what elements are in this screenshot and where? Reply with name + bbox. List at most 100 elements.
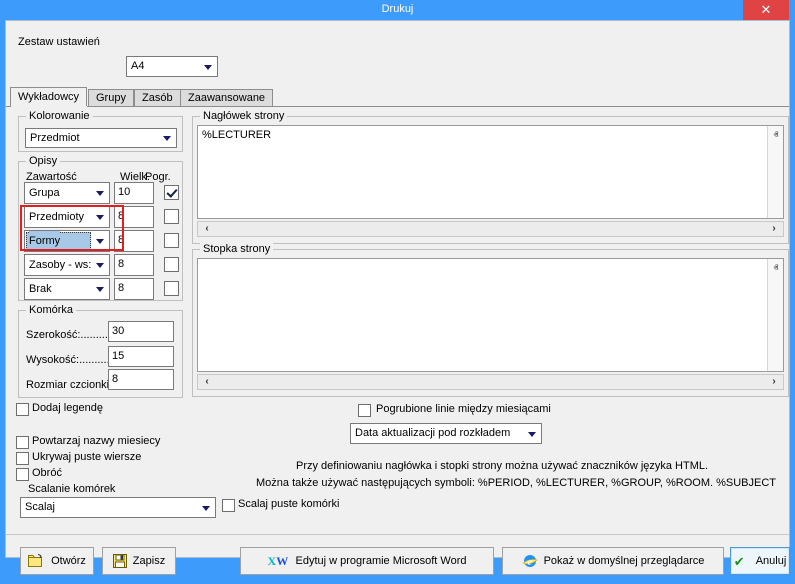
settings-bar	[6, 21, 789, 65]
stopka-textarea[interactable]: ⱏ ⱟ	[197, 258, 784, 372]
dodaj-legende-label: Dodaj legendę	[32, 402, 103, 414]
internet-explorer-icon: e	[522, 553, 538, 569]
naglowek-vertical-scrollbar[interactable]: ⱏ ⱟ	[767, 126, 783, 218]
kolorowanie-dropdown[interactable]: Przedmiot	[25, 128, 177, 148]
stopka-vertical-scrollbar[interactable]: ⱏ ⱟ	[767, 259, 783, 371]
chevron-down-icon	[96, 191, 104, 196]
opisy-content-dropdown-0[interactable]: Grupa	[24, 182, 110, 204]
opisy-size-input-3[interactable]: 8	[114, 254, 154, 276]
naglowek-group: Nagłówek strony %LECTURER ⱏ ⱟ ‹ ›	[192, 116, 789, 244]
opisy-content-value-0: Grupa	[29, 183, 60, 203]
opisy-bold-checkbox-0[interactable]	[164, 185, 179, 200]
opisy-content-dropdown-2[interactable]: Formy	[24, 230, 110, 252]
scalaj-puste-komorki-label: Scalaj puste komórki	[238, 498, 340, 510]
chevron-down-icon	[96, 215, 104, 220]
komorka-width-input[interactable]: 30	[108, 321, 174, 342]
komorka-height-input[interactable]: 15	[108, 346, 174, 367]
edit-in-word-label: Edytuj w programie Microsoft Word	[296, 555, 467, 567]
settings-preset-dropdown[interactable]: A4	[126, 56, 218, 77]
chevron-down-icon	[96, 239, 104, 244]
tab-strip: Wykładowcy Grupy Zasób Zaawansowane	[6, 87, 789, 107]
opisy-bold-checkbox-4[interactable]	[164, 281, 179, 296]
zapisz-label: Zapisz	[133, 555, 165, 567]
chevron-down-icon	[204, 65, 212, 70]
green-check-icon: ✔	[734, 555, 750, 568]
opisy-content-dropdown-1[interactable]: Przedmioty	[24, 206, 110, 228]
cancel-button[interactable]: ✔ Anuluj	[730, 547, 790, 575]
otworz-label: Otwórz	[51, 555, 86, 567]
opisy-size-input-2[interactable]: 8	[114, 230, 154, 252]
scroll-right-icon[interactable]: ›	[766, 222, 782, 236]
chevron-down-icon	[96, 287, 104, 292]
komorka-label: Komórka	[26, 304, 76, 316]
tab-zaawansowane[interactable]: Zaawansowane	[180, 89, 273, 107]
scalanie-komorek-label: Scalanie komórek	[28, 483, 115, 495]
save-floppy-icon	[113, 554, 127, 568]
naglowek-text: %LECTURER	[202, 129, 271, 141]
opisy-size-input-1[interactable]: 8	[114, 206, 154, 228]
settings-preset-label: Zestaw ustawień	[18, 36, 100, 48]
word-w-glyph: W	[276, 554, 288, 568]
ukrywaj-puste-label: Ukrywaj puste wiersze	[32, 451, 141, 463]
pogrubione-linie-checkbox[interactable]	[358, 404, 371, 417]
opisy-size-input-0[interactable]: 10	[114, 182, 154, 204]
opisy-content-dropdown-3[interactable]: Zasoby - ws:	[24, 254, 110, 276]
naglowek-textarea[interactable]: %LECTURER ⱏ ⱟ	[197, 125, 784, 219]
tab-grupy[interactable]: Grupy	[88, 89, 134, 107]
scroll-left-icon[interactable]: ‹	[199, 375, 215, 389]
opisy-content-value-1: Przedmioty	[29, 207, 84, 227]
print-dialog-window: Drukuj ✕ Zestaw ustawień A4 Wykładowcy G…	[0, 0, 795, 563]
kolorowanie-label: Kolorowanie	[26, 110, 93, 122]
scroll-right-icon[interactable]: ›	[766, 375, 782, 389]
obroc-checkbox[interactable]	[16, 468, 29, 481]
chevron-down-icon	[528, 432, 536, 437]
window-title: Drukuj	[0, 3, 795, 15]
scalaj-puste-komorki-checkbox[interactable]	[222, 499, 235, 512]
data-aktualizacji-dropdown[interactable]: Data aktualizacji pod rozkładem	[350, 423, 542, 444]
opisy-size-input-4[interactable]: 8	[114, 278, 154, 300]
opisy-bold-checkbox-3[interactable]	[164, 257, 179, 272]
ukrywaj-puste-checkbox[interactable]	[16, 452, 29, 465]
tab-underline	[6, 106, 789, 107]
komorka-fontsize-label: Rozmiar czcionki: .	[26, 379, 118, 391]
scroll-left-icon[interactable]: ‹	[199, 222, 215, 236]
powtarzaj-nazwy-checkbox[interactable]	[16, 436, 29, 449]
kolorowanie-group: Kolorowanie Przedmiot	[18, 116, 183, 152]
title-bar: Drukuj ✕	[0, 0, 795, 20]
open-in-browser-button[interactable]: e Pokaż w domyślnej przeglądarce	[502, 547, 724, 575]
data-aktualizacji-value: Data aktualizacji pod rozkładem	[355, 424, 510, 443]
edit-in-word-button[interactable]: XW Edytuj w programie Microsoft Word	[240, 547, 494, 575]
kolorowanie-value: Przedmiot	[30, 129, 80, 147]
dialog-client-area: Zestaw ustawień A4 Wykładowcy Grupy Zasó…	[5, 20, 790, 558]
scalanie-dropdown[interactable]: Scalaj	[20, 497, 216, 518]
zapisz-button[interactable]: Zapisz	[102, 547, 176, 575]
opisy-bold-checkbox-2[interactable]	[164, 233, 179, 248]
komorka-height-label: Wysokość:...........	[26, 354, 113, 366]
hint-line-2: Można także używać następujących symboli…	[256, 477, 776, 489]
scroll-up-icon[interactable]: ⱏ	[768, 128, 784, 143]
chevron-down-icon	[163, 136, 171, 141]
komorka-fontsize-input[interactable]: 8	[108, 369, 174, 390]
dodaj-legende-checkbox[interactable]	[16, 403, 29, 416]
opisy-content-value-3: Zasoby - ws:	[29, 255, 91, 275]
stopka-horizontal-scrollbar[interactable]: ‹ ›	[197, 374, 784, 390]
opisy-content-dropdown-4[interactable]: Brak	[24, 278, 110, 300]
scroll-down-icon[interactable]: ⱟ	[768, 354, 784, 369]
naglowek-label: Nagłówek strony	[200, 110, 287, 122]
stopka-label: Stopka strony	[200, 243, 273, 255]
opisy-content-value-2: Formy	[29, 231, 60, 251]
settings-preset-value: A4	[131, 57, 144, 76]
close-icon[interactable]: ✕	[743, 0, 789, 20]
opisy-bold-checkbox-1[interactable]	[164, 209, 179, 224]
scroll-up-icon[interactable]: ⱏ	[768, 261, 784, 276]
otworz-button[interactable]: Otwórz	[20, 547, 94, 575]
naglowek-horizontal-scrollbar[interactable]: ‹ ›	[197, 221, 784, 237]
pogrubione-linie-label: Pogrubione linie między miesiącami	[376, 403, 551, 415]
tab-active-join	[11, 106, 87, 107]
obroc-label: Obróć	[32, 467, 62, 479]
stopka-group: Stopka strony ⱏ ⱟ ‹ ›	[192, 249, 789, 397]
excel-x-glyph: X	[268, 554, 277, 568]
tab-wykladowcy[interactable]: Wykładowcy	[10, 87, 87, 107]
scroll-down-icon[interactable]: ⱟ	[768, 201, 784, 216]
tab-zasob[interactable]: Zasób	[134, 89, 181, 107]
